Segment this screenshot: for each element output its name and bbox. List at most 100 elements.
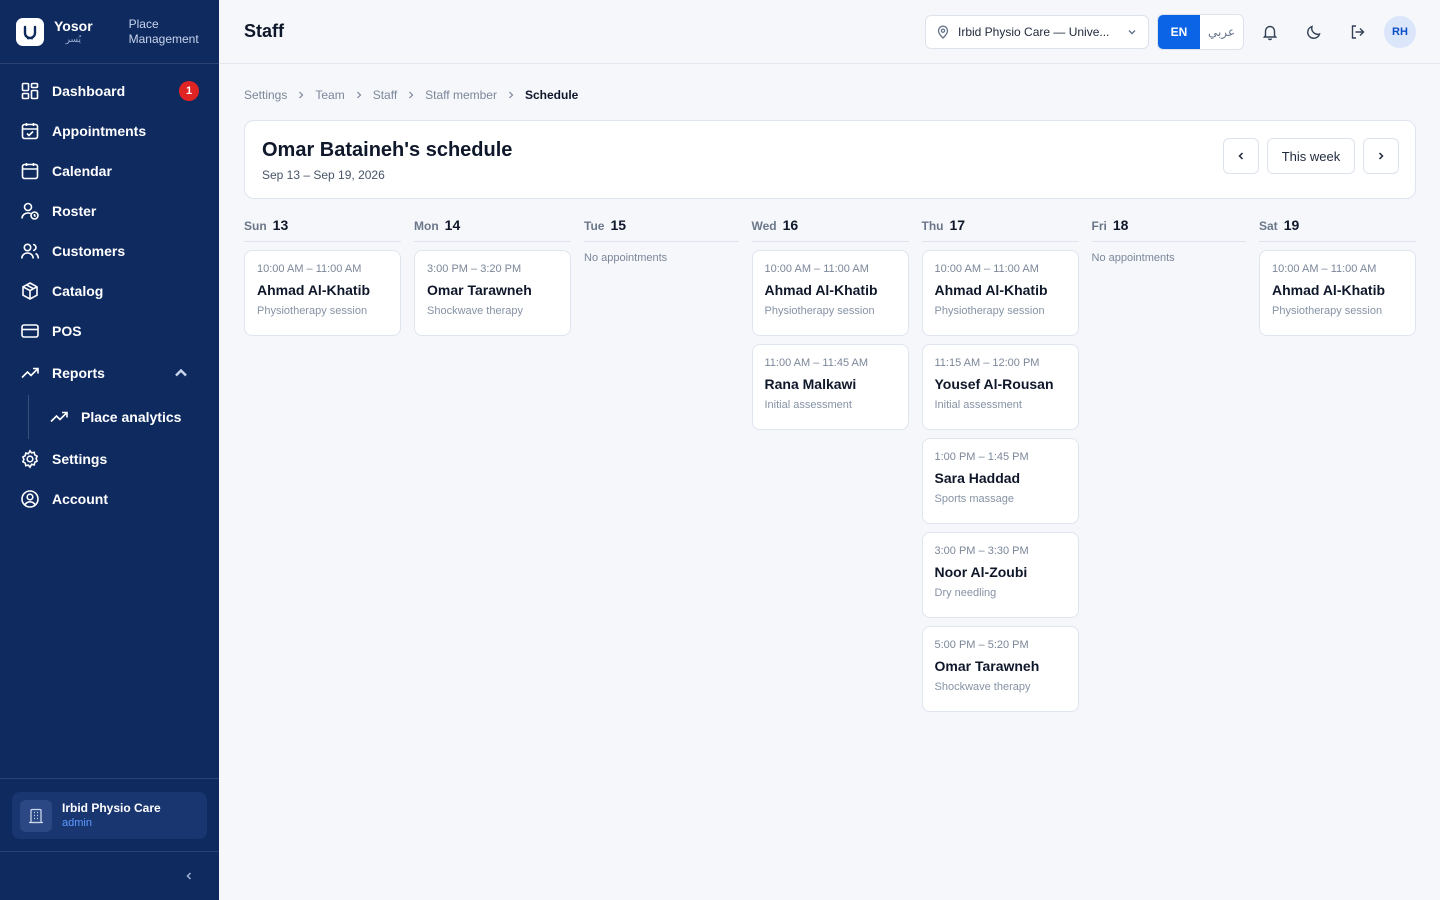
calendar-icon [21, 163, 39, 180]
day-column-wed: Wed 16 10:00 AM – 11:00 AM Ahmad Al-Khat… [751, 215, 909, 712]
day-column-fri: Fri 18 No appointments [1091, 215, 1246, 712]
appointment-time: 1:00 PM – 1:45 PM [934, 451, 1029, 463]
no-appointments-text: No appointments [1091, 252, 1175, 264]
sidebar-item-calendar[interactable]: Calendar [0, 151, 219, 191]
this-week-button[interactable]: This week [1267, 138, 1355, 174]
current-place-card[interactable]: Irbid Physio Care admin [12, 792, 207, 839]
sidebar-item-settings[interactable]: Settings [0, 439, 219, 479]
day-header: Tue 15 [584, 215, 739, 242]
appointment-card[interactable]: 11:00 AM – 11:45 AM Rana Malkawi Initial… [751, 344, 909, 430]
appointment-service: Shockwave therapy [934, 681, 1031, 693]
breadcrumb-team[interactable]: Team [315, 88, 344, 102]
chevron-up-icon[interactable] [171, 363, 191, 383]
sidebar-item-appointments[interactable]: Appointments [0, 111, 219, 151]
brand[interactable]: Yosor يُسر Place Management [0, 0, 219, 64]
place-name: Irbid Physio Care [62, 800, 161, 815]
appointment-card[interactable]: 5:00 PM – 5:20 PM Omar Tarawneh Shockwav… [921, 626, 1079, 712]
appointment-service: Physiotherapy session [934, 305, 1045, 317]
sidebar-collapse [0, 851, 219, 900]
credit-card-icon [21, 324, 39, 338]
chevron-right-icon [1378, 152, 1384, 160]
appointment-time: 3:00 PM – 3:30 PM [934, 545, 1029, 557]
appointment-customer: Ahmad Al-Khatib [934, 282, 1048, 298]
appointment-service: Dry needling [934, 587, 997, 599]
sidebar-item-customers[interactable]: Customers [0, 231, 219, 271]
sidebar-item-label: Catalog [52, 283, 104, 299]
user-circle-icon [21, 490, 39, 508]
appointment-customer: Omar Tarawneh [427, 282, 532, 298]
sidebar-item-place-analytics[interactable]: Place analytics [29, 395, 219, 439]
brand-name-arabic: يُسر [65, 34, 82, 44]
lang-ar-button[interactable]: عربي [1200, 15, 1243, 49]
brand-name: Yosor [54, 18, 93, 34]
sidebar-item-dashboard[interactable]: Dashboard 1 [0, 71, 219, 111]
yosor-logo-icon [16, 17, 44, 46]
place-select-value: Irbid Physio Care — Unive... [958, 25, 1110, 39]
appointment-card[interactable]: 3:00 PM – 3:30 PM Noor Al-Zoubi Dry need… [921, 532, 1079, 618]
sidebar-item-pos[interactable]: POS [0, 311, 219, 351]
trending-up-icon [21, 367, 39, 379]
sidebar-item-label: Calendar [52, 163, 112, 179]
breadcrumb-staff-member[interactable]: Staff member [425, 88, 497, 102]
sidebar-item-account[interactable]: Account [0, 479, 219, 519]
moon-icon[interactable] [1302, 20, 1326, 44]
place-role: admin [62, 816, 92, 829]
appointment-customer: Yousef Al-Rousan [934, 376, 1054, 392]
schedule-range: Sep 13 – Sep 19, 2026 [262, 168, 385, 182]
sidebar-item-roster[interactable]: Roster [0, 191, 219, 231]
previous-week-button[interactable] [1223, 138, 1259, 174]
day-header: Mon 14 [414, 215, 571, 242]
appointment-service: Physiotherapy session [1272, 305, 1383, 317]
appointment-customer: Noor Al-Zoubi [934, 564, 1028, 580]
lang-en-button[interactable]: EN [1158, 15, 1200, 49]
appointment-card[interactable]: 10:00 AM – 11:00 AM Ahmad Al-Khatib Phys… [1259, 250, 1416, 336]
appointment-card[interactable]: 11:15 AM – 12:00 PM Yousef Al-Rousan Ini… [921, 344, 1079, 430]
appointment-service: Initial assessment [934, 399, 1022, 411]
gear-icon [21, 449, 39, 469]
week-grid: Sun 13 10:00 AM – 11:00 AM Ahmad Al-Khat… [244, 215, 1416, 712]
trending-up-icon [50, 411, 68, 423]
chevron-right-icon [299, 91, 304, 99]
appointment-card[interactable]: 10:00 AM – 11:00 AM Ahmad Al-Khatib Phys… [244, 250, 401, 336]
appointment-service: Shockwave therapy [427, 305, 523, 317]
appointment-time: 3:00 PM – 3:20 PM [427, 263, 522, 275]
dashboard-icon [21, 82, 39, 100]
reports-submenu: Place analytics [28, 395, 219, 439]
sidebar-item-label: Place analytics [81, 409, 182, 425]
sidebar: Yosor يُسر Place Management Dashboard 1 … [0, 0, 219, 900]
map-pin-icon [937, 25, 949, 39]
sidebar-item-label: Appointments [52, 123, 147, 139]
no-appointments-text: No appointments [584, 252, 668, 264]
building-icon [20, 799, 52, 832]
avatar[interactable]: RH [1384, 16, 1416, 48]
appointment-time: 11:15 AM – 12:00 PM [934, 357, 1040, 369]
breadcrumb: Settings Team Staff Staff member Schedul… [244, 88, 578, 102]
appointment-card[interactable]: 10:00 AM – 11:00 AM Ahmad Al-Khatib Phys… [921, 250, 1079, 336]
appointment-time: 10:00 AM – 11:00 AM [934, 263, 1039, 275]
page-title: Staff [244, 21, 284, 41]
appointment-customer: Omar Tarawneh [934, 658, 1040, 674]
appointment-card[interactable]: 3:00 PM – 3:20 PM Omar Tarawneh Shockwav… [414, 250, 571, 336]
logout-icon[interactable] [1346, 20, 1370, 44]
sidebar-item-catalog[interactable]: Catalog [0, 271, 219, 311]
day-header: Fri 18 [1091, 215, 1246, 242]
appointment-card[interactable]: 10:00 AM – 11:00 AM Ahmad Al-Khatib Phys… [751, 250, 909, 336]
schedule-header: Omar Bataineh's schedule Sep 13 – Sep 19… [244, 120, 1416, 199]
breadcrumb-staff[interactable]: Staff [373, 88, 397, 102]
breadcrumb-settings[interactable]: Settings [244, 88, 287, 102]
language-toggle: EN عربي [1157, 14, 1244, 50]
sidebar-item-reports[interactable]: Reports [0, 351, 219, 395]
sidebar-nav: Dashboard 1 Appointments Calendar Roster… [0, 71, 219, 519]
place-select[interactable]: Irbid Physio Care — Unive... [925, 15, 1149, 49]
chevron-left-icon[interactable] [183, 870, 195, 882]
sidebar-item-label: Roster [52, 203, 97, 219]
next-week-button[interactable] [1363, 138, 1399, 174]
breadcrumb-schedule: Schedule [524, 88, 579, 102]
calendar-check-icon [21, 123, 39, 140]
day-column-sun: Sun 13 10:00 AM – 11:00 AM Ahmad Al-Khat… [244, 215, 401, 712]
day-header: Sun 13 [244, 215, 401, 242]
sidebar-item-label: POS [52, 323, 82, 339]
bell-icon[interactable] [1258, 20, 1282, 44]
chevron-right-icon [409, 91, 414, 99]
appointment-card[interactable]: 1:00 PM – 1:45 PM Sara Haddad Sports mas… [921, 438, 1079, 524]
